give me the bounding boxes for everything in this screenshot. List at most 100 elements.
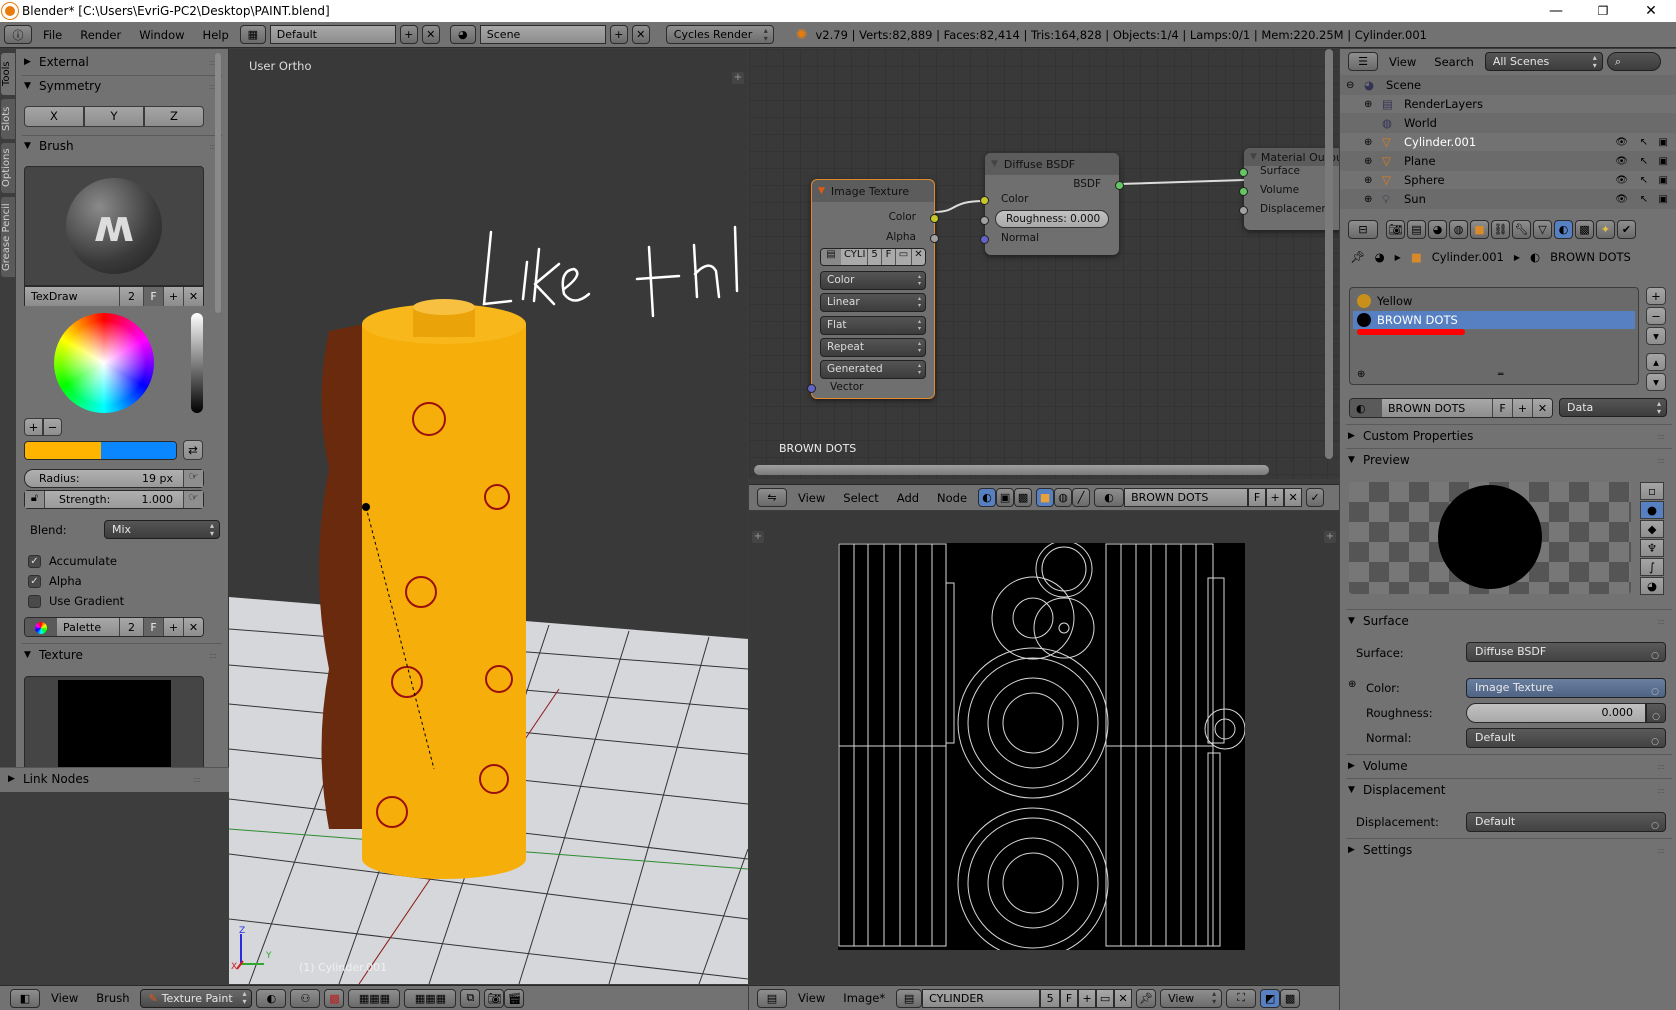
palette-icon[interactable] — [25, 618, 57, 636]
panel-symmetry[interactable]: ▼ Symmetry:::: — [24, 75, 220, 97]
lock-icon[interactable]: 🔓︎ — [25, 491, 45, 508]
color-wheel[interactable] — [54, 313, 154, 413]
expand-toggle-icon[interactable]: ⊕ — [1364, 194, 1378, 205]
tab-material-icon[interactable]: ◐ — [1554, 219, 1573, 239]
editor-type-node-icon[interactable]: ⇋ — [757, 488, 787, 507]
renderable-camera-icon[interactable]: ▣ — [1659, 156, 1668, 167]
visibility-eye-icon[interactable]: 👁︎ — [1615, 194, 1628, 205]
symmetry-y-toggle[interactable]: Y — [84, 106, 144, 127]
remove-layout-icon[interactable]: ✕ — [421, 25, 440, 44]
tab-world-icon[interactable]: ◍ — [1449, 219, 1468, 239]
editor-type-image-icon[interactable]: ▤ — [757, 988, 787, 1008]
selectable-arrow-icon[interactable]: ↖ — [1640, 156, 1648, 167]
use-gradient-checkbox[interactable]: Use Gradient — [28, 594, 124, 608]
tab-modifiers-icon[interactable]: 🔧︎ — [1512, 219, 1531, 239]
image-texture-node[interactable]: ▼ Image Texture Color Alpha ▤ CYLI 5 F ▭ … — [807, 179, 939, 399]
slot-remove-icon[interactable]: − — [1646, 307, 1666, 325]
output-alpha-socket[interactable] — [930, 234, 939, 243]
surface-shader-button[interactable]: Diffuse BSDF ○ — [1466, 642, 1666, 662]
outliner-item-label[interactable]: Cylinder.001 — [1404, 135, 1476, 149]
visibility-eye-icon[interactable]: 👁︎ — [1615, 175, 1628, 186]
menu-help[interactable]: Help — [196, 28, 236, 42]
line-style-icon[interactable]: ╱ — [1072, 488, 1091, 507]
diffuse-bsdf-node-header[interactable]: ▼ Diffuse BSDF — [985, 153, 1119, 175]
renderable-camera-icon[interactable]: ▣ — [1659, 194, 1668, 205]
symmetry-x-toggle[interactable]: X — [24, 106, 84, 127]
expand-toggle-icon[interactable]: ⊕ — [1364, 137, 1378, 148]
3d-menu-view[interactable]: View — [44, 991, 85, 1005]
image-unlink-icon[interactable]: ✕ — [1114, 988, 1133, 1008]
swap-colors-icon[interactable]: ⇄ — [183, 440, 203, 460]
world-shader-icon[interactable]: ◍ — [1054, 488, 1073, 507]
radius-slider[interactable]: Radius: 19 px ☞ — [24, 469, 204, 488]
symmetry-z-toggle[interactable]: Z — [144, 106, 204, 127]
input-vector-socket[interactable] — [807, 384, 816, 393]
outliner-item-label[interactable]: Plane — [1404, 154, 1436, 168]
input-displacement-socket[interactable] — [1239, 206, 1248, 215]
menu-window[interactable]: Window — [132, 28, 191, 42]
pivot-icon[interactable]: ⛶ — [1226, 988, 1257, 1008]
palette-fake-user-button[interactable]: F — [143, 618, 163, 636]
input-roughness-socket[interactable] — [980, 216, 989, 225]
color-input-button[interactable]: Image Texture ○ — [1466, 678, 1666, 698]
material-slot[interactable]: Yellow — [1353, 292, 1635, 310]
material-link-select[interactable]: Data ▴ ▾ — [1559, 398, 1667, 417]
panel-preview[interactable]: ▼ Preview:::: — [1348, 449, 1668, 471]
scene-field[interactable]: Scene — [479, 25, 606, 44]
outliner-row[interactable]: ⊕ ▽ Cylinder.001 👁︎ ↖ ▣ — [1340, 132, 1676, 152]
outliner-item-label[interactable]: Sun — [1404, 192, 1426, 206]
tab-grease-pencil[interactable]: Grease Pencil — [1, 197, 15, 277]
palette-name-field[interactable]: Palette — [57, 618, 119, 636]
3d-cursor[interactable] — [362, 503, 370, 511]
3d-viewport[interactable]: User Ortho + Z Y X (1) Cylinder.001 — [229, 49, 748, 984]
use-nodes-checkbox[interactable]: ✓ — [1306, 488, 1325, 507]
input-surface-socket[interactable] — [1239, 168, 1248, 177]
strength-slider[interactable]: 🔓︎ Strength: 1.000 ☞ — [24, 490, 204, 509]
brush-fake-user-button[interactable]: F — [143, 287, 163, 306]
minimize-button[interactable]: — — [1533, 0, 1579, 22]
node-menu-add[interactable]: Add — [890, 491, 926, 505]
outliner-search-input[interactable]: ⌕ — [1606, 52, 1661, 71]
panel-brush[interactable]: ▼ Brush:::: — [24, 135, 220, 157]
displacement-input-button[interactable]: Default ○ — [1466, 812, 1666, 832]
tab-particles-icon[interactable]: ✦ — [1596, 219, 1615, 239]
input-color-socket[interactable] — [980, 196, 989, 205]
node-menu-node[interactable]: Node — [930, 491, 974, 505]
image-fake-user[interactable]: F — [1060, 988, 1079, 1008]
outliner-item-label[interactable]: World — [1404, 116, 1437, 130]
shelf-scrollbar[interactable] — [215, 53, 221, 313]
material-unlink-icon[interactable]: ✕ — [1532, 399, 1552, 417]
palette-add-icon[interactable]: + — [163, 618, 183, 636]
roughness-link-button[interactable]: ○ — [1646, 703, 1666, 723]
material-browse-icon[interactable]: ◐ — [1350, 399, 1382, 417]
output-color-socket[interactable] — [930, 214, 939, 223]
blend-select[interactable]: Mix ▴ ▾ — [104, 520, 220, 539]
source-select[interactable]: Generated — [820, 360, 926, 379]
outliner-row[interactable]: ⊕ ▽ Plane 👁︎ ↖ ▣ — [1340, 151, 1676, 171]
panel-volume[interactable]: ▶ Volume:::: — [1348, 755, 1668, 777]
visibility-eye-icon[interactable]: 👁︎ — [1615, 156, 1628, 167]
value-slider[interactable] — [191, 313, 203, 413]
brush-remove-icon[interactable]: ✕ — [183, 287, 203, 306]
outliner-item-label[interactable]: Sphere — [1404, 173, 1445, 187]
slot-list-resize-grip[interactable]: ═ — [1498, 370, 1503, 380]
panel-link-nodes[interactable]: ▶ Link Nodes:::: — [8, 768, 204, 790]
viewport-shading-icon[interactable]: ◐ — [256, 988, 287, 1008]
panel-external[interactable]: ▶ External:::: — [24, 51, 220, 73]
maximize-button[interactable]: ❐ — [1580, 0, 1626, 22]
interpolation-select[interactable]: Linear — [820, 293, 926, 312]
slot-move-up-icon[interactable]: ▴ — [1646, 353, 1666, 371]
preview-sphere-icon[interactable]: ● — [1640, 501, 1664, 519]
renderable-camera-icon[interactable]: ▣ — [1659, 175, 1668, 186]
tab-options[interactable]: Options — [1, 143, 15, 193]
preview-flat-icon[interactable]: ▫ — [1640, 482, 1664, 500]
extension-select[interactable]: Repeat — [820, 338, 926, 357]
primary-color-swatch[interactable] — [25, 442, 101, 459]
slot-move-down-icon[interactable]: ▾ — [1646, 373, 1666, 391]
tab-render-icon[interactable]: 📷︎ — [1386, 219, 1405, 239]
preview-monkey-icon[interactable]: ♆ — [1640, 539, 1664, 557]
material-name-field[interactable]: BROWN DOTS — [1382, 399, 1492, 417]
selectable-arrow-icon[interactable]: ↖ — [1640, 194, 1648, 205]
outliner-menu-search[interactable]: Search — [1427, 55, 1481, 69]
tab-slots[interactable]: Slots — [1, 99, 15, 139]
